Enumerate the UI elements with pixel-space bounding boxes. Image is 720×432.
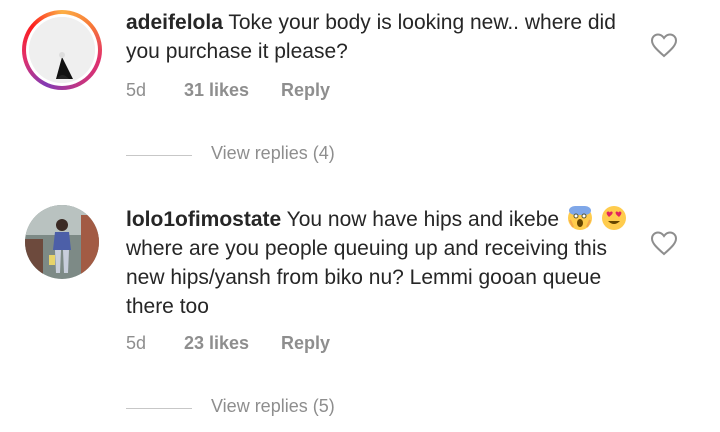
avatar-wrap-2[interactable]: [25, 205, 105, 285]
comment-text-2: lolo1ofimostate You now have hips and ik…: [126, 205, 636, 321]
comment-username[interactable]: lolo1ofimostate: [126, 208, 281, 231]
avatar-story-ring[interactable]: [22, 10, 102, 90]
comment-username[interactable]: adeifelola: [126, 11, 223, 34]
view-replies-label: View replies (5): [211, 396, 335, 416]
comment-likes[interactable]: 23 likes: [184, 333, 249, 354]
like-heart-icon[interactable]: [650, 230, 678, 256]
comment-time: 5d: [126, 80, 147, 100]
comment-body: You now have hips and ikebe: [286, 208, 560, 231]
view-replies-divider: [126, 408, 192, 409]
comment-text-1: adeifelola Toke your body is looking new…: [126, 8, 636, 66]
view-replies-label: View replies (4): [211, 143, 335, 163]
face-screaming-in-fear-icon: [567, 206, 592, 230]
like-heart-icon[interactable]: [650, 32, 678, 58]
view-replies-divider: [126, 155, 192, 156]
smiling-face-with-heart-eyes-icon: [601, 206, 626, 230]
reply-button[interactable]: Reply: [281, 333, 330, 354]
avatar-lolo1ofimostate: [25, 205, 99, 279]
reply-button[interactable]: Reply: [281, 80, 330, 101]
comment-likes[interactable]: 31 likes: [184, 80, 249, 101]
avatar-adeifelola: [29, 17, 95, 83]
view-replies-button[interactable]: View replies (4): [126, 143, 386, 167]
comment-time: 5d: [126, 333, 147, 353]
comment-body-continued: where are you people queuing up and rece…: [126, 237, 608, 318]
view-replies-button[interactable]: View replies (5): [126, 396, 386, 420]
